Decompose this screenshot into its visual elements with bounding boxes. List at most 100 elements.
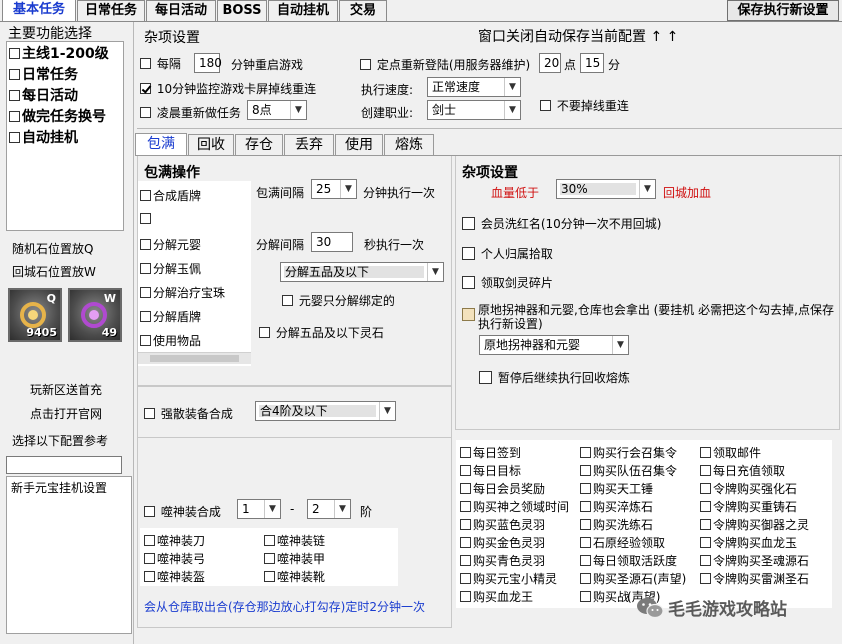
guard-select[interactable]: 原地拐神器和元婴 ▼ <box>479 335 629 355</box>
checkbox[interactable] <box>580 501 591 512</box>
slot-w[interactable]: W 49 <box>68 288 122 342</box>
checkbox[interactable] <box>140 213 151 224</box>
checkbox[interactable] <box>9 47 20 59</box>
daily-item[interactable]: 购买行会召集令 <box>580 444 677 461</box>
chevron-down-icon[interactable]: ▼ <box>612 336 628 354</box>
devour-item[interactable]: 噬神装盔 <box>144 568 205 585</box>
checkbox[interactable] <box>580 555 591 566</box>
dawn-redo-checkbox[interactable] <box>140 107 151 118</box>
strengthen-select[interactable]: 合4阶及以下 ▼ <box>255 401 396 421</box>
checkbox[interactable] <box>264 553 275 564</box>
daily-item[interactable]: 每日会员奖励 <box>460 480 545 497</box>
chevron-down-icon[interactable]: ▼ <box>334 500 350 518</box>
personal-pickup-row[interactable]: 个人归属拾取 <box>462 245 553 262</box>
daily-item[interactable]: 领取邮件 <box>700 444 761 461</box>
hp-threshold-select[interactable]: 30% ▼ <box>556 179 656 199</box>
sword-shards-row[interactable]: 领取剑灵碎片 <box>462 274 553 291</box>
devour-item[interactable]: 噬神装靴 <box>264 568 325 585</box>
yuanying-bound-checkbox[interactable] <box>282 295 293 306</box>
checkbox[interactable] <box>264 535 275 546</box>
yuanying-bound-row[interactable]: 元婴只分解绑定的 <box>282 292 395 309</box>
sidebar-item-auto[interactable]: 自动挂机 <box>9 128 123 149</box>
daily-item[interactable]: 令牌购买强化石 <box>700 480 797 497</box>
bag-ops-scrollbar[interactable] <box>138 352 251 364</box>
monitor-reconnect-row[interactable]: 10分钟监控游戏卡屏掉线重连 <box>140 80 316 97</box>
relogin-hour-input[interactable]: 20 <box>539 53 561 73</box>
checkbox[interactable] <box>140 335 151 346</box>
checkbox[interactable] <box>460 501 471 512</box>
checkbox[interactable] <box>144 571 155 582</box>
speed-select[interactable]: 正常速度 ▼ <box>427 77 521 97</box>
chevron-down-icon[interactable]: ▼ <box>379 402 395 420</box>
guard-checkbox[interactable] <box>462 308 475 321</box>
checkbox[interactable] <box>700 501 711 512</box>
checkbox[interactable] <box>9 110 20 122</box>
checkbox[interactable] <box>144 535 155 546</box>
config-list-item[interactable]: 新手元宝挂机设置 <box>11 479 127 496</box>
relogin-minute-input[interactable]: 15 <box>580 53 604 73</box>
daily-item[interactable]: 购买洗练石 <box>580 516 653 533</box>
chevron-down-icon[interactable]: ▼ <box>504 78 520 96</box>
checkbox[interactable] <box>144 553 155 564</box>
spirit-stone-checkbox[interactable] <box>259 327 270 338</box>
daily-item[interactable]: 购买金色灵羽 <box>460 534 545 551</box>
main-tab-trade[interactable]: 交易 <box>339 0 387 21</box>
daily-item[interactable]: 购买血龙王 <box>460 588 533 605</box>
checkbox[interactable] <box>140 263 151 274</box>
bag-op-item[interactable]: 分解玉佩 <box>140 260 201 277</box>
checkbox[interactable] <box>700 465 711 476</box>
relogin-checkbox[interactable] <box>360 59 371 70</box>
bag-op-item[interactable]: 合成盾牌 <box>140 187 201 204</box>
checkbox[interactable] <box>580 483 591 494</box>
main-tab-basic[interactable]: 基本任务 <box>2 0 76 22</box>
checkbox[interactable] <box>700 519 711 530</box>
pause-resume-row[interactable]: 暂停后继续执行回收熔炼 <box>479 369 630 386</box>
daily-item[interactable]: 购买天工锤 <box>580 480 653 497</box>
strengthen-checkbox[interactable] <box>144 408 155 419</box>
checkbox[interactable] <box>700 537 711 548</box>
daily-item[interactable]: 每日签到 <box>460 444 521 461</box>
bag-interval-select[interactable]: 25 ▼ <box>311 179 357 199</box>
daily-item[interactable]: 购买元宝小精灵 <box>460 570 557 587</box>
chevron-down-icon[interactable]: ▼ <box>504 101 520 119</box>
checkbox[interactable] <box>140 287 151 298</box>
decompose-grade-select[interactable]: 分解五品及以下 ▼ <box>280 262 444 282</box>
main-tab-boss[interactable]: BOSS <box>217 0 267 21</box>
bag-op-item[interactable]: 分解盾牌 <box>140 308 201 325</box>
daily-item[interactable]: 每日领取活跃度 <box>580 552 677 569</box>
checkbox[interactable] <box>9 131 20 143</box>
scrollbar-thumb[interactable] <box>150 355 239 362</box>
daily-item[interactable]: 令牌购买雷渊圣石 <box>700 570 809 587</box>
checkbox[interactable] <box>580 465 591 476</box>
relogin-row[interactable]: 定点重新登陆(用服务器维护) <box>360 56 530 73</box>
chevron-down-icon[interactable]: ▼ <box>639 180 655 198</box>
bag-op-item[interactable]: 分解元婴 <box>140 236 201 253</box>
sidebar-item-switch-account[interactable]: 做完任务换号 <box>9 107 123 128</box>
daily-item[interactable]: 令牌购买重铸石 <box>700 498 797 515</box>
checkbox[interactable] <box>580 591 591 602</box>
checkbox[interactable] <box>460 591 471 602</box>
strengthen-row[interactable]: 强散装备合成 <box>144 405 233 422</box>
decompose-interval-input[interactable]: 30 <box>311 232 353 252</box>
tab-bag-full[interactable]: 包满 <box>135 133 187 156</box>
checkbox[interactable] <box>700 555 711 566</box>
checkbox[interactable] <box>580 519 591 530</box>
daily-item[interactable]: 购买青色灵羽 <box>460 552 545 569</box>
restart-interval-checkbox[interactable] <box>140 58 151 69</box>
monitor-reconnect-checkbox[interactable] <box>140 83 151 94</box>
checkbox[interactable] <box>700 447 711 458</box>
checkbox[interactable] <box>700 483 711 494</box>
dawn-redo-row[interactable]: 凌晨重新做任务 <box>140 104 241 121</box>
daily-item[interactable]: 购买蓝色灵羽 <box>460 516 545 533</box>
checkbox[interactable] <box>700 573 711 584</box>
tab-discard[interactable]: 丢弃 <box>284 134 334 155</box>
checkbox[interactable] <box>140 190 151 201</box>
daily-item[interactable]: 购买神之领域时间 <box>460 498 569 515</box>
sword-shards-checkbox[interactable] <box>462 276 475 289</box>
checkbox[interactable] <box>580 447 591 458</box>
chevron-down-icon[interactable]: ▼ <box>290 101 306 119</box>
daily-item[interactable]: 购买圣源石(声望) <box>580 570 686 587</box>
checkbox[interactable] <box>140 311 151 322</box>
restart-interval-input[interactable]: 180 <box>194 53 222 73</box>
devour-item[interactable]: 噬神装甲 <box>264 550 325 567</box>
